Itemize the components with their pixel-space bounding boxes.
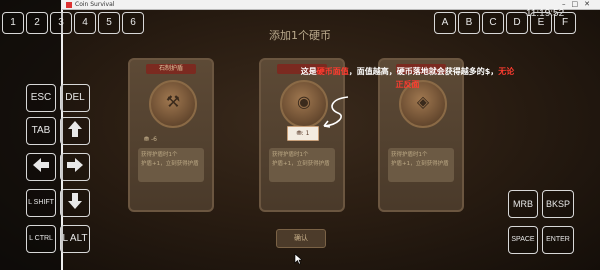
key-6[interactable]: 6 — [122, 12, 144, 34]
key-3[interactable]: 3 — [50, 12, 72, 34]
card-description: 获得护盾时1个 护盾+1，立刻获得护盾 — [138, 148, 204, 182]
arrow-left-icon — [33, 158, 49, 172]
key-b[interactable]: B — [458, 12, 480, 34]
arrow-up-key[interactable] — [60, 117, 90, 145]
key-2[interactable]: 2 — [26, 12, 48, 34]
key-e[interactable]: E — [530, 12, 552, 34]
axe-icon: ⚒ — [165, 92, 181, 111]
key-c[interactable]: C — [482, 12, 504, 34]
key-d[interactable]: D — [506, 12, 528, 34]
coin-value: ⛃ -6 — [144, 136, 157, 143]
key-f[interactable]: F — [554, 12, 576, 34]
app-title-text: Coin Survival — [75, 1, 115, 8]
coin-value-badge: ⛃: 1 — [287, 126, 319, 141]
esc-key[interactable]: ESC — [26, 84, 56, 112]
key-a[interactable]: A — [434, 12, 456, 34]
space-key[interactable]: SPACE — [508, 226, 538, 254]
key-1[interactable]: 1 — [2, 12, 24, 34]
mrb-key[interactable]: MRB — [508, 190, 538, 218]
creature-icon: ◈ — [416, 92, 430, 111]
window-titlebar: Coin Survival –□✕ — [62, 0, 600, 10]
key-4[interactable]: 4 — [74, 12, 96, 34]
coin-card-1[interactable]: 石制护盾 ⚒ ⛃ -6 获得护盾时1个 护盾+1，立刻获得护盾 — [128, 58, 214, 212]
key-5[interactable]: 5 — [98, 12, 120, 34]
reward-title: 添加1个硬币 — [269, 29, 331, 42]
tooltip-arrow-icon — [323, 96, 349, 128]
arrow-down-key[interactable] — [60, 189, 90, 217]
arrow-up-icon — [68, 121, 82, 137]
arrow-down-icon — [68, 193, 82, 209]
arrow-right-key[interactable] — [60, 153, 90, 181]
confirm-button[interactable]: 确认 — [276, 229, 326, 248]
arrow-right-icon — [67, 158, 83, 172]
lctrl-key[interactable]: L CTRL — [26, 225, 56, 253]
enter-key[interactable]: ENTER — [542, 226, 574, 254]
app-title: Coin Survival — [66, 0, 114, 9]
tutorial-tooltip: 这是硬币面值，面值越高，硬币落地就会获得越多的$，无论正反面 — [300, 67, 515, 89]
lalt-key[interactable]: L ALT — [60, 225, 90, 253]
lshift-key[interactable]: L SHIFT — [26, 189, 56, 217]
window-controls[interactable]: –□✕ — [562, 0, 596, 9]
arrow-left-key[interactable] — [26, 153, 56, 181]
tab-key[interactable]: TAB — [26, 117, 56, 145]
bksp-key[interactable]: BKSP — [542, 190, 574, 218]
coin-image: ⚒ — [149, 80, 197, 128]
card-description: 获得护盾时1个 护盾+1，立刻获得护盾 — [269, 148, 335, 182]
card-label: 石制护盾 — [146, 64, 196, 74]
card-description: 获得护盾时1个 护盾+1，立刻获得护盾 — [388, 148, 454, 182]
app-icon — [66, 1, 72, 8]
del-key[interactable]: DEL — [60, 84, 90, 112]
mouse-cursor-icon — [294, 253, 302, 265]
